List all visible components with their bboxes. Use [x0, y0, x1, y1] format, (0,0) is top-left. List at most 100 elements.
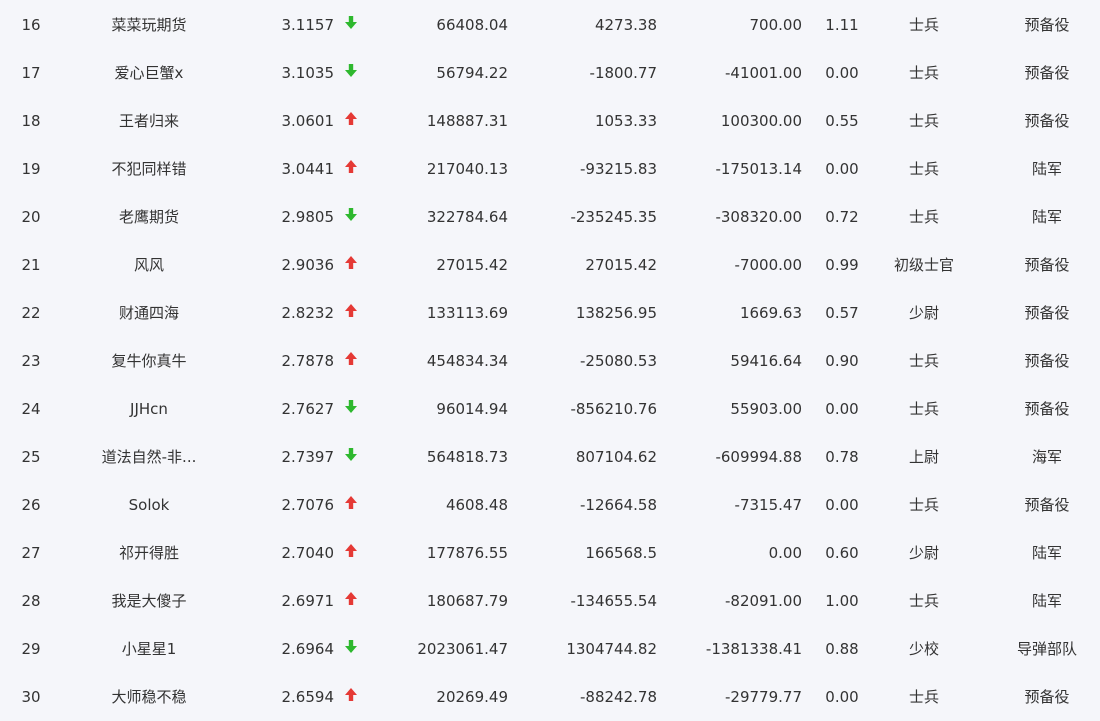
- value-cell-3: -82091.00: [725, 592, 802, 610]
- table-row[interactable]: 21 风风 2.9036 27015.42 27015.42 -7000.00 0.99 初级…: [0, 241, 1100, 289]
- ratio-value: 0.00: [825, 496, 859, 514]
- military-rank: 士兵: [908, 592, 939, 610]
- score-value: 2.6594: [281, 688, 335, 706]
- table-row[interactable]: 25 道法自然-非... 2.7397 564818.73 807104.62 -6099…: [0, 433, 1100, 481]
- value-cell-1: 20269.49: [436, 688, 508, 706]
- table-row[interactable]: 27 祁开得胜 2.7040 177876.55 166568.5 0.00 0.60 少尉 陆…: [0, 529, 1100, 577]
- ratio-value: 1.00: [825, 592, 859, 610]
- user-name: 不犯同样错: [111, 160, 187, 178]
- score-value: 3.1157: [281, 16, 335, 34]
- ratio-value: 0.78: [825, 448, 859, 466]
- value-cell-2: -134655.54: [570, 592, 657, 610]
- rank-cell: 21: [21, 256, 41, 274]
- rank-cell: 29: [21, 640, 41, 658]
- user-name: 风风: [133, 256, 164, 274]
- table-row[interactable]: 18 王者归来 3.0601 148887.31 1053.33 100300.00 0.5…: [0, 97, 1100, 145]
- table-row[interactable]: 28 我是大傻子 2.6971 180687.79 -134655.54 -82091.0…: [0, 577, 1100, 625]
- army-branch: 预备役: [1024, 304, 1070, 322]
- up-arrow-icon: [340, 97, 362, 145]
- military-rank: 少尉: [908, 544, 939, 562]
- rank-cell: 24: [21, 400, 41, 418]
- table-row[interactable]: 26 Solok 2.7076 4608.48 -12664.58 -7315.47 0.0…: [0, 481, 1100, 529]
- down-arrow-icon: [340, 1, 362, 49]
- ratio-value: 0.60: [825, 544, 859, 562]
- military-rank: 初级士官: [893, 256, 954, 274]
- ratio-value: 0.90: [825, 352, 859, 370]
- score-value: 2.7076: [281, 496, 335, 514]
- value-cell-1: 177876.55: [426, 544, 508, 562]
- table-row[interactable]: 24 JJHcn 2.7627 96014.94 -856210.76 55903.00 0…: [0, 385, 1100, 433]
- score-value: 2.9036: [281, 256, 335, 274]
- value-cell-2: -856210.76: [570, 400, 657, 418]
- value-cell-1: 66408.04: [436, 16, 508, 34]
- army-branch: 预备役: [1024, 400, 1070, 418]
- value-cell-3: -7315.47: [734, 496, 802, 514]
- army-branch: 预备役: [1024, 16, 1070, 34]
- ratio-value: 0.00: [825, 160, 859, 178]
- army-branch: 陆军: [1031, 208, 1062, 226]
- table-row[interactable]: 29 小星星1 2.6964 2023061.47 1304744.82 -1381338…: [0, 625, 1100, 673]
- value-cell-2: -93215.83: [580, 160, 657, 178]
- value-cell-2: 4273.38: [594, 16, 657, 34]
- army-branch: 预备役: [1024, 112, 1070, 130]
- value-cell-3: -29779.77: [725, 688, 802, 706]
- value-cell-1: 322784.64: [426, 208, 508, 226]
- table-row[interactable]: 30 大师稳不稳 2.6594 20269.49 -88242.78 -29779.77 0…: [0, 673, 1100, 721]
- military-rank: 士兵: [908, 208, 939, 226]
- value-cell-1: 564818.73: [426, 448, 508, 466]
- down-arrow-icon: [340, 433, 362, 481]
- up-arrow-icon: [340, 673, 362, 721]
- value-cell-2: 1053.33: [594, 112, 657, 130]
- user-name: 道法自然-非...: [101, 448, 197, 466]
- value-cell-1: 217040.13: [426, 160, 508, 178]
- user-name: 爱心巨蟹x: [114, 64, 184, 82]
- army-branch: 导弹部队: [1016, 640, 1077, 658]
- rank-cell: 30: [21, 688, 41, 706]
- value-cell-2: 27015.42: [585, 256, 657, 274]
- table-row[interactable]: 22 财通四海 2.8232 133113.69 138256.95 1669.63 0.5…: [0, 289, 1100, 337]
- user-name: 老鹰期货: [118, 208, 179, 226]
- rank-cell: 23: [21, 352, 41, 370]
- military-rank: 士兵: [908, 400, 939, 418]
- up-arrow-icon: [340, 145, 362, 193]
- ranking-table: 16 菜菜玩期货 3.1157 66408.04 4273.38 700.00 1.11 士兵…: [0, 0, 1100, 721]
- military-rank: 少校: [908, 640, 939, 658]
- rank-cell: 25: [21, 448, 41, 466]
- ratio-value: 0.00: [825, 688, 859, 706]
- down-arrow-icon: [340, 193, 362, 241]
- rank-cell: 26: [21, 496, 41, 514]
- military-rank: 士兵: [908, 352, 939, 370]
- table-row[interactable]: 17 爱心巨蟹x 3.1035 56794.22 -1800.77 -41001.00 0.…: [0, 49, 1100, 97]
- ratio-value: 0.57: [825, 304, 859, 322]
- value-cell-2: -25080.53: [580, 352, 657, 370]
- score-value: 2.7397: [281, 448, 335, 466]
- table-row[interactable]: 20 老鹰期货 2.9805 322784.64 -235245.35 -308320.0…: [0, 193, 1100, 241]
- table-row[interactable]: 19 不犯同样错 3.0441 217040.13 -93215.83 -175013.1…: [0, 145, 1100, 193]
- value-cell-3: 55903.00: [730, 400, 802, 418]
- score-value: 2.6971: [281, 592, 335, 610]
- score-value: 2.8232: [281, 304, 335, 322]
- rank-cell: 28: [21, 592, 41, 610]
- value-cell-2: -1800.77: [589, 64, 657, 82]
- value-cell-3: 700.00: [749, 16, 803, 34]
- value-cell-3: 59416.64: [730, 352, 802, 370]
- value-cell-1: 454834.34: [426, 352, 508, 370]
- value-cell-1: 56794.22: [436, 64, 508, 82]
- up-arrow-icon: [340, 529, 362, 577]
- army-branch: 海军: [1031, 448, 1062, 466]
- value-cell-1: 133113.69: [426, 304, 508, 322]
- up-arrow-icon: [340, 241, 362, 289]
- ratio-value: 0.00: [825, 400, 859, 418]
- army-branch: 预备役: [1024, 352, 1070, 370]
- value-cell-2: 1304744.82: [566, 640, 657, 658]
- down-arrow-icon: [340, 625, 362, 673]
- user-name: 王者归来: [118, 112, 179, 130]
- table-row[interactable]: 23 复牛你真牛 2.7878 454834.34 -25080.53 59416.64 0…: [0, 337, 1100, 385]
- score-value: 2.6964: [281, 640, 335, 658]
- value-cell-1: 4608.48: [445, 496, 508, 514]
- score-value: 2.7878: [281, 352, 335, 370]
- table-row[interactable]: 16 菜菜玩期货 3.1157 66408.04 4273.38 700.00 1.11 士兵…: [0, 1, 1100, 49]
- value-cell-3: -7000.00: [734, 256, 802, 274]
- ratio-value: 0.99: [825, 256, 859, 274]
- user-name: 祁开得胜: [118, 544, 179, 562]
